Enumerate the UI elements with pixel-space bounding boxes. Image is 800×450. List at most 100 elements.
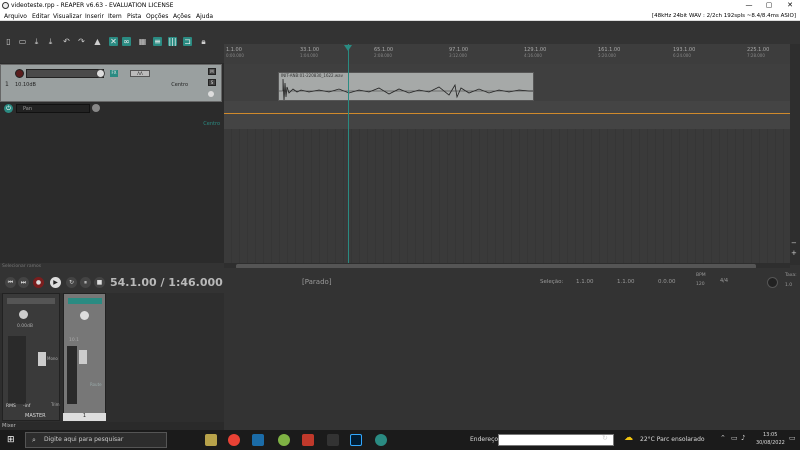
app-red-icon[interactable]: [302, 434, 314, 446]
close-button[interactable]: ✕: [780, 0, 800, 11]
mixer-footer: Mixer: [0, 422, 224, 430]
master-label[interactable]: MASTER: [25, 413, 46, 419]
reaper-logo-icon: [2, 2, 9, 9]
save-project-icon[interactable]: ⤓: [32, 37, 41, 46]
new-project-icon[interactable]: ▯: [4, 37, 13, 46]
volume-knob[interactable]: [96, 69, 105, 78]
menu-editar[interactable]: Editar: [32, 13, 50, 20]
clock-time[interactable]: 13:05: [763, 432, 777, 438]
master-fx-button[interactable]: [7, 298, 55, 304]
render-icon[interactable]: ⤓: [46, 37, 55, 46]
menu-opcoes[interactable]: Opções: [146, 13, 168, 20]
track-1-strip[interactable]: 10.1 Route: [63, 293, 106, 421]
selection-length[interactable]: 0.0.00: [658, 279, 676, 285]
mixer-panel: 0.00dB Mono RMS -inf Trim 10.1 Route 1 M…: [0, 293, 224, 429]
menu-acoes[interactable]: Ações: [173, 13, 191, 20]
time-signature[interactable]: 4/4: [720, 278, 728, 284]
app-green-icon[interactable]: [278, 434, 290, 446]
track-pan-value: Centro: [171, 82, 188, 88]
track-1-header[interactable]: 1 FX ɅɅ 10.10dB Centro M S: [0, 64, 222, 102]
ruler-tick: 129.1.00 4:16.000: [524, 47, 547, 58]
track-1-pan-knob[interactable]: [80, 311, 89, 320]
task-view-icon[interactable]: [205, 434, 217, 446]
chrome-icon[interactable]: [228, 434, 240, 446]
edit-cursor-head[interactable]: [344, 45, 352, 51]
menu-ajuda[interactable]: Ajuda: [196, 13, 213, 20]
fx-button[interactable]: FX: [110, 70, 118, 77]
selection-end[interactable]: 1.1.00: [617, 279, 635, 285]
auto-crossfade-icon[interactable]: ⊐: [183, 37, 192, 46]
audio-item[interactable]: INIT-ANB:01-220830_1622.wav: [278, 72, 534, 101]
record-button[interactable]: ●: [33, 277, 44, 288]
windows-start-icon[interactable]: ⊞: [7, 435, 15, 445]
zoom-out-vertical-icon[interactable]: −: [791, 239, 797, 247]
solo-button[interactable]: S: [208, 79, 216, 86]
weather-text[interactable]: 22°C Parc ensolarado: [640, 436, 705, 443]
metronome-icon[interactable]: ▲: [93, 37, 102, 46]
clock-date[interactable]: 30/08/2022: [756, 440, 785, 446]
vegas-icon[interactable]: [252, 434, 264, 446]
bpm-value[interactable]: 120: [696, 282, 705, 287]
menu-arquivo[interactable]: Arquivo: [4, 13, 27, 20]
undo-icon[interactable]: ↶: [62, 37, 71, 46]
timeline-ruler[interactable]: 1.1.00 0:00.000 33.1.00 1:04.000 65.1.00 2:…: [224, 44, 790, 64]
ripple-all-icon[interactable]: |||: [168, 37, 177, 46]
envelope-knob[interactable]: [92, 104, 100, 112]
menu-visualizar[interactable]: Visualizar: [53, 13, 82, 20]
rate-value[interactable]: 1.0: [785, 283, 792, 288]
arrange-view[interactable]: 1.1.00 0:00.000 33.1.00 1:04.000 65.1.00 2:…: [224, 44, 790, 265]
snap-icon[interactable]: ✕: [109, 37, 118, 46]
track-1-fx-button[interactable]: [68, 298, 102, 304]
pan-envelope-line[interactable]: [224, 113, 790, 114]
lock-icon[interactable]: 🔒︎: [199, 37, 208, 46]
open-project-icon[interactable]: ▭: [18, 37, 27, 46]
menu-inserir[interactable]: Inserir: [85, 13, 104, 20]
notification-icon[interactable]: ▭: [789, 434, 796, 442]
go-to-start-button[interactable]: ⏮: [5, 277, 16, 288]
edit-cursor: [348, 44, 349, 265]
rate-knob[interactable]: [767, 277, 778, 288]
track-name-field[interactable]: [26, 69, 104, 78]
tray-chevron-icon[interactable]: ⌃: [720, 434, 726, 442]
master-meter: [8, 336, 26, 404]
menu-item[interactable]: Item: [108, 13, 122, 20]
pause-button[interactable]: ⏸: [80, 277, 91, 288]
mute-button[interactable]: M: [208, 68, 216, 75]
loop-icon[interactable]: ∞: [122, 37, 131, 46]
pan-envelope-row[interactable]: ⏻ Pan Centro: [2, 104, 222, 127]
pan-envelope-lane[interactable]: [224, 101, 790, 129]
volume-icon[interactable]: ♪: [741, 434, 745, 442]
photoshop-icon[interactable]: [350, 434, 362, 446]
menu-pista[interactable]: Pista: [127, 13, 141, 20]
address-label: Endereço: [470, 436, 499, 443]
envelope-name: Pan: [16, 104, 90, 113]
minimize-button[interactable]: —: [739, 0, 759, 11]
phase-button[interactable]: [208, 91, 214, 97]
refresh-icon[interactable]: ↻: [602, 434, 608, 442]
ripple-icon[interactable]: ≡: [153, 37, 162, 46]
master-strip[interactable]: 0.00dB Mono RMS -inf Trim: [2, 293, 60, 421]
vertical-scrollbar[interactable]: − +: [790, 44, 800, 265]
mixer-tab[interactable]: Mixer: [2, 423, 16, 429]
stop-button[interactable]: ■: [94, 277, 105, 288]
network-icon[interactable]: ▭: [731, 434, 738, 442]
go-to-end-button[interactable]: ⏭: [18, 277, 29, 288]
play-button[interactable]: ▶: [50, 277, 61, 288]
address-input[interactable]: [498, 434, 614, 446]
selection-start[interactable]: 1.1.00: [576, 279, 594, 285]
record-arm-button[interactable]: [15, 69, 24, 78]
envelope-button[interactable]: ɅɅ: [130, 70, 150, 77]
track-1-fader[interactable]: [79, 350, 87, 364]
master-pan-knob[interactable]: [19, 310, 28, 319]
redo-icon[interactable]: ↷: [77, 37, 86, 46]
app-mask-icon[interactable]: [327, 434, 339, 446]
track-1-number-box[interactable]: 1: [63, 413, 106, 421]
maximize-button[interactable]: ▢: [759, 0, 779, 11]
zoom-in-vertical-icon[interactable]: +: [791, 249, 797, 257]
repeat-button[interactable]: ↻: [66, 277, 77, 288]
envelope-power-icon[interactable]: ⏻: [4, 104, 13, 113]
reaper-taskbar-icon[interactable]: [375, 434, 387, 446]
grid-icon[interactable]: ▦: [138, 37, 147, 46]
taskbar-search-input[interactable]: ⌕ Digite aqui para pesquisar: [25, 432, 167, 448]
master-fader[interactable]: [38, 352, 46, 366]
